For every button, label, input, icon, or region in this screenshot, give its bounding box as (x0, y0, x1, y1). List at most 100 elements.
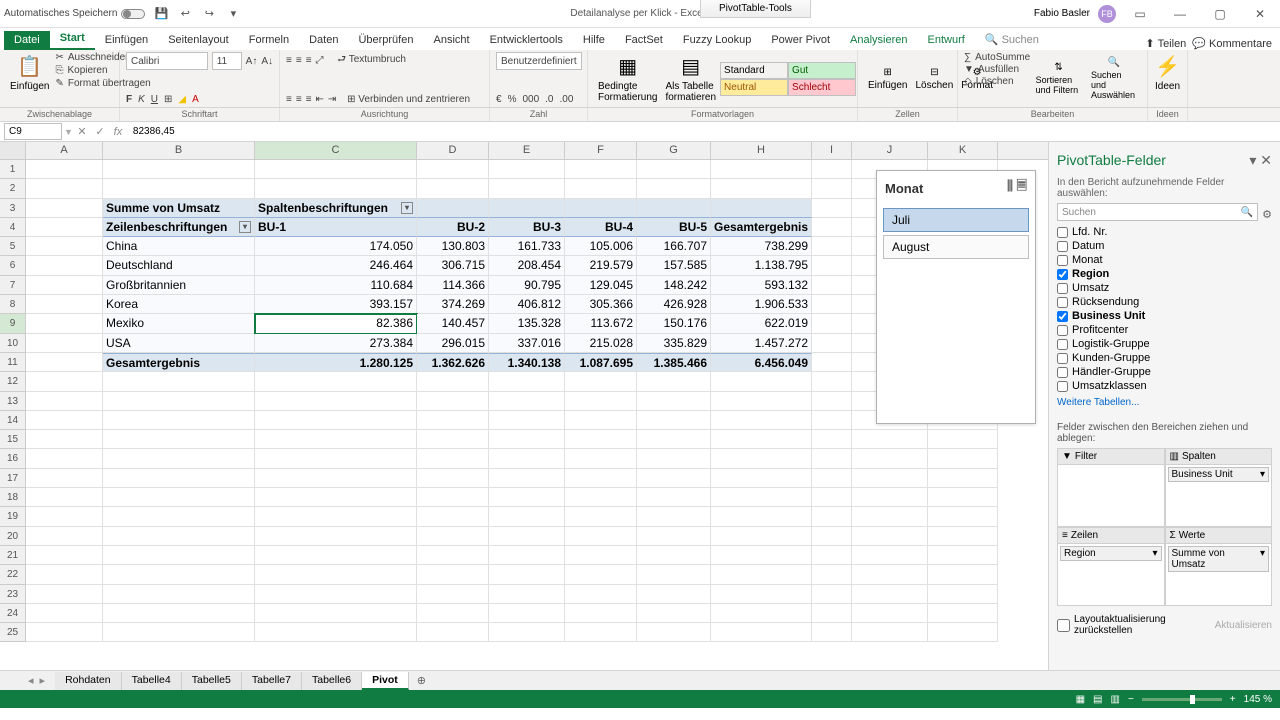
row-header-22[interactable]: 22 (0, 565, 26, 584)
cancel-formula-icon[interactable]: ✕ (73, 125, 91, 138)
cell-style-schlecht[interactable]: Schlecht (788, 79, 856, 96)
tab-file[interactable]: Datei (4, 31, 50, 50)
avatar[interactable]: FB (1098, 5, 1116, 23)
row-header-20[interactable]: 20 (0, 527, 26, 546)
tab-fuzzy[interactable]: Fuzzy Lookup (673, 31, 761, 50)
cell-style-gut[interactable]: Gut (788, 62, 856, 79)
sheet-tab-tabelle7[interactable]: Tabelle7 (242, 672, 302, 690)
ribbon-display-icon[interactable]: ▭ (1124, 2, 1156, 26)
inc-dec-icon[interactable]: .0 (545, 94, 553, 105)
orientation-icon[interactable]: ⤢ (316, 55, 324, 66)
font-color-icon[interactable]: A (192, 94, 199, 105)
delete-cells-button[interactable]: ⊟Löschen (911, 52, 957, 105)
tab-view[interactable]: Ansicht (423, 31, 479, 50)
insert-cells-button[interactable]: ⊞Einfügen (864, 52, 911, 105)
font-size-combo[interactable]: 11 (212, 52, 242, 70)
format-as-table-button[interactable]: ▤Als Tabelle formatieren (661, 52, 720, 105)
row-header-18[interactable]: 18 (0, 488, 26, 507)
sheet-tab-tabelle6[interactable]: Tabelle6 (302, 672, 362, 690)
add-sheet-button[interactable]: ⊕ (409, 672, 434, 689)
field-h-ndler-gruppe[interactable]: Händler-Gruppe (1057, 365, 1272, 379)
qat-dropdown-icon[interactable]: ▾ (225, 6, 241, 22)
row-header-9[interactable]: 9 (0, 314, 26, 333)
slicer-multiselect-icon[interactable]: ⫼ 🗏 (1007, 177, 1027, 199)
maximize-icon[interactable]: ▢ (1204, 2, 1236, 26)
align-right-icon[interactable]: ≡ (306, 94, 312, 105)
row-header-19[interactable]: 19 (0, 507, 26, 526)
field-tools-icon[interactable]: ⚙ (1262, 208, 1272, 221)
slicer-item-august[interactable]: August (883, 235, 1029, 259)
row-header-16[interactable]: 16 (0, 449, 26, 468)
zoom-in-icon[interactable]: + (1230, 694, 1236, 705)
row-header-25[interactable]: 25 (0, 623, 26, 642)
more-tables-link[interactable]: Weitere Tabellen... (1057, 393, 1272, 416)
col-header-E[interactable]: E (489, 142, 565, 159)
view-pagelayout-icon[interactable]: ▤ (1093, 694, 1102, 705)
pill-region[interactable]: Region▾ (1060, 546, 1162, 561)
field-logistik-gruppe[interactable]: Logistik-Gruppe (1057, 337, 1272, 351)
find-select-button[interactable]: 🔍Suchen und Auswählen (1087, 52, 1141, 105)
sort-filter-button[interactable]: ⇅Sortieren und Filtern (1032, 52, 1086, 105)
currency-icon[interactable]: € (496, 94, 502, 105)
field-search-input[interactable]: Suchen🔍 (1057, 203, 1258, 221)
row-header-2[interactable]: 2 (0, 179, 26, 198)
fill-button[interactable]: ▼ Ausfüllen (964, 64, 1030, 75)
row-header-8[interactable]: 8 (0, 295, 26, 314)
zoom-slider[interactable] (1142, 698, 1222, 701)
indent-inc-icon[interactable]: ⇥ (328, 94, 336, 105)
redo-icon[interactable]: ↪ (201, 6, 217, 22)
row-header-23[interactable]: 23 (0, 585, 26, 604)
sheet-nav-prev-icon[interactable]: ▸ (40, 674, 46, 687)
sheet-tab-pivot[interactable]: Pivot (362, 672, 409, 690)
view-normal-icon[interactable]: ▦ (1076, 694, 1085, 705)
merge-button[interactable]: ⊞ Verbinden und zentrieren (347, 94, 470, 105)
comments-button[interactable]: 💬 Kommentare (1192, 37, 1272, 50)
row-header-13[interactable]: 13 (0, 392, 26, 411)
tab-analyze[interactable]: Analysieren (840, 31, 917, 50)
field-datum[interactable]: Datum (1057, 239, 1272, 253)
wrap-text-button[interactable]: ⮐ Textumbruch (337, 52, 406, 69)
select-all-corner[interactable] (0, 142, 26, 159)
row-header-15[interactable]: 15 (0, 430, 26, 449)
field-list-close-icon[interactable]: ▾ ✕ (1249, 152, 1272, 169)
bold-button[interactable]: F (126, 94, 132, 105)
row-header-14[interactable]: 14 (0, 411, 26, 430)
defer-layout-checkbox[interactable] (1057, 619, 1070, 632)
row-header-17[interactable]: 17 (0, 469, 26, 488)
formula-input[interactable]: 82386,45 (127, 126, 1280, 137)
zone-columns[interactable]: Business Unit▾ (1165, 465, 1273, 527)
autosum-button[interactable]: ∑ AutoSumme (964, 52, 1030, 63)
col-header-K[interactable]: K (928, 142, 998, 159)
underline-button[interactable]: U (151, 94, 158, 105)
col-header-G[interactable]: G (637, 142, 711, 159)
italic-button[interactable]: K (138, 94, 145, 105)
row-header-5[interactable]: 5 (0, 237, 26, 256)
tab-powerpivot[interactable]: Power Pivot (761, 31, 840, 50)
close-icon[interactable]: ✕ (1244, 2, 1276, 26)
ideas-button[interactable]: ⚡Ideen (1154, 52, 1181, 94)
fill-color-icon[interactable]: ◢ (178, 94, 186, 105)
worksheet-grid[interactable]: ABCDEFGHIJK 123Summe von UmsatzSpaltenbe… (0, 142, 1048, 670)
tab-design[interactable]: Entwurf (918, 31, 975, 50)
row-header-3[interactable]: 3 (0, 199, 26, 218)
paste-button[interactable]: 📋Einfügen (6, 52, 53, 94)
field-profitcenter[interactable]: Profitcenter (1057, 323, 1272, 337)
align-bot-icon[interactable]: ≡ (306, 55, 312, 66)
zone-values[interactable]: Summe von Umsatz▾ (1165, 544, 1273, 606)
view-pagebreak-icon[interactable]: ▥ (1111, 694, 1120, 705)
col-header-I[interactable]: I (812, 142, 852, 159)
align-top-icon[interactable]: ≡ (286, 55, 292, 66)
col-header-D[interactable]: D (417, 142, 489, 159)
zone-rows[interactable]: Region▾ (1057, 544, 1165, 606)
undo-icon[interactable]: ↩ (177, 6, 193, 22)
shrink-font-icon[interactable]: A↓ (261, 56, 273, 67)
slicer-item-juli[interactable]: Juli (883, 208, 1029, 232)
row-header-10[interactable]: 10 (0, 334, 26, 353)
sheet-nav-first-icon[interactable]: ◂ (28, 674, 34, 687)
sheet-tab-rohdaten[interactable]: Rohdaten (55, 672, 122, 690)
tab-review[interactable]: Überprüfen (348, 31, 423, 50)
percent-icon[interactable]: % (508, 94, 517, 105)
sheet-tab-tabelle5[interactable]: Tabelle5 (182, 672, 242, 690)
thousands-icon[interactable]: 000 (522, 94, 539, 105)
update-button[interactable]: Aktualisieren (1215, 620, 1272, 631)
